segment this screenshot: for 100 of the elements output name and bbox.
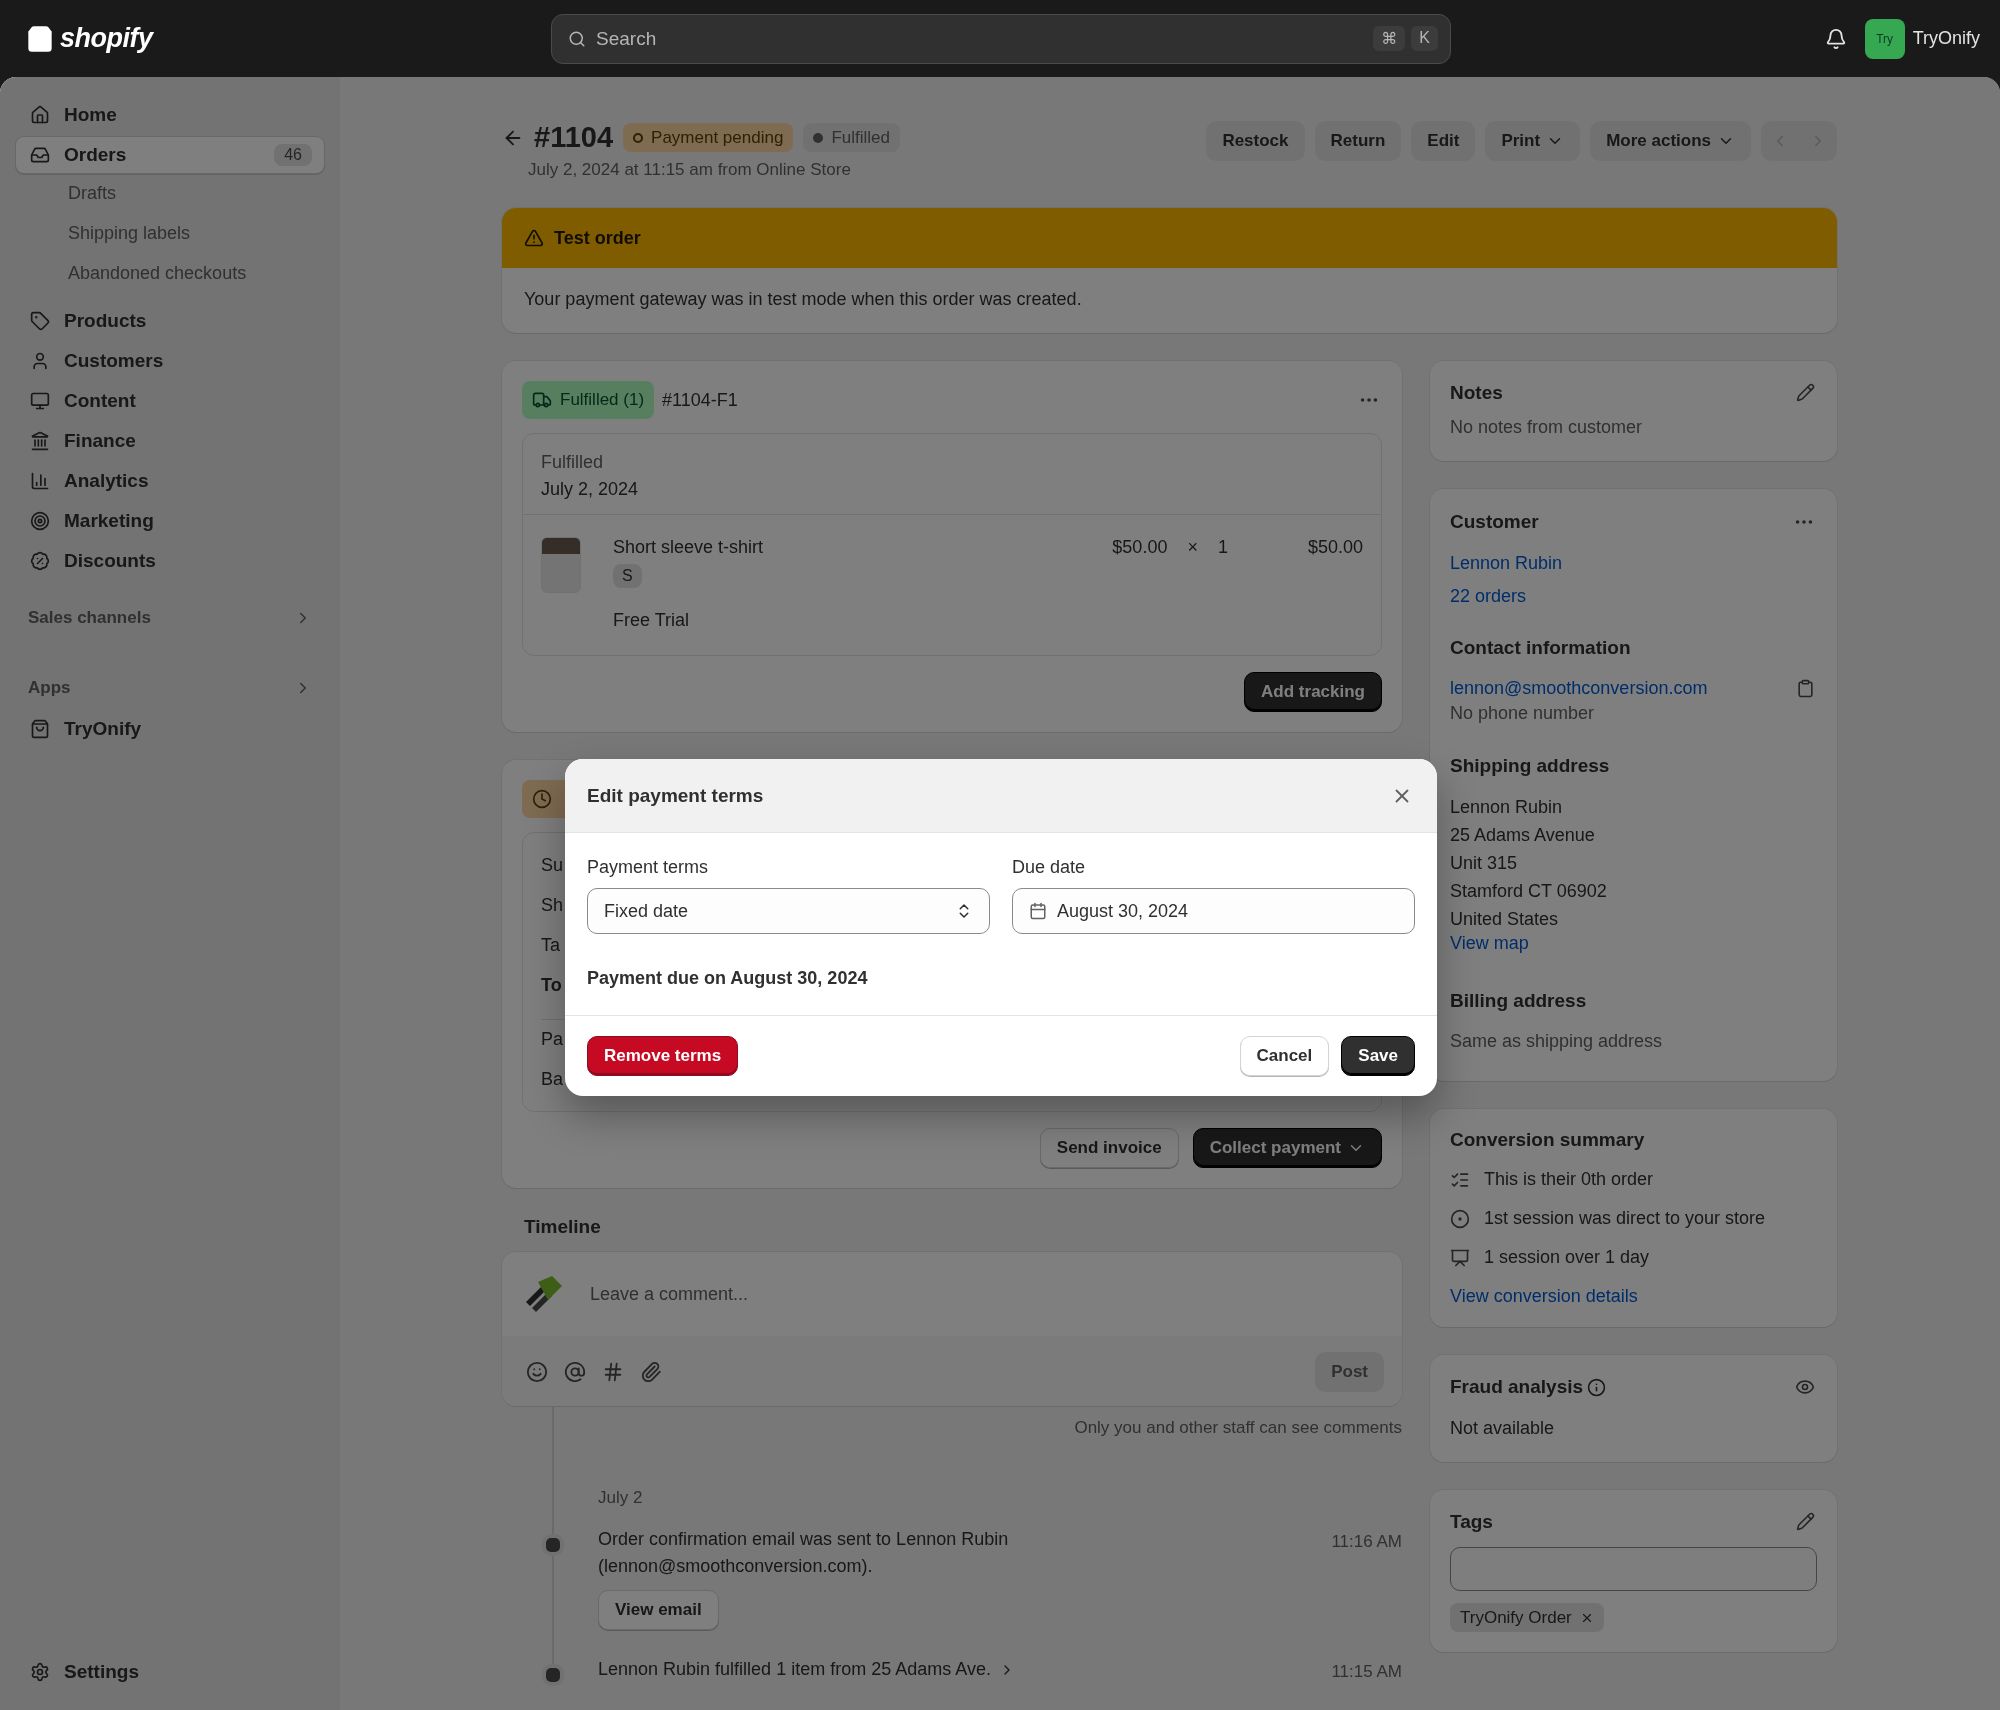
nav-item[interactable]: Orders 46 [16,137,324,173]
nav-item[interactable]: Content [16,383,324,419]
address-line: United States [1450,908,1560,931]
line-total: $50.00 [1307,537,1363,558]
banner-title: Test order [554,227,641,249]
section-heading: Apps [28,678,71,698]
timeline-title: Timeline [524,1216,602,1238]
tags-input[interactable] [1450,1547,1817,1591]
email-link[interactable]: lennon@smoothconversion.com [1450,678,1708,699]
search-icon [568,29,586,48]
fulfilled-badge: Fulfilled (1) [522,381,655,419]
settings-nav-item[interactable]: Settings [16,1654,324,1690]
dialog-button[interactable]: Cancel [1239,1036,1330,1076]
action-button[interactable]: More actions [1590,121,1751,161]
search-field[interactable]: Search ⌘ K [551,13,1451,64]
line-item-note: Free Trial [613,610,690,630]
comment-input[interactable]: Leave a comment... [588,1282,1382,1306]
nav-item[interactable]: Finance [16,423,324,459]
clock-icon [532,789,552,809]
count-badge: 46 [274,144,312,166]
store-avatar[interactable]: Try [1864,18,1905,59]
customer-name-link[interactable]: Lennon Rubin [1450,553,1817,574]
edit-icon[interactable] [1794,1510,1817,1533]
section-title: Shipping address [1450,755,1611,777]
action-button[interactable]: Return [1314,121,1402,161]
notification-bell-icon[interactable] [1824,27,1847,50]
calendar-icon [1029,902,1047,920]
comment-visibility-note: Only you and other staff can see comments [1074,1418,1402,1437]
summary-label: Sh [541,894,564,916]
nav-item[interactable]: Products [16,303,324,339]
summary-label: Pa [541,1029,564,1050]
order-subtitle: July 2, 2024 at 11:15 am from Online Store [528,160,852,180]
mention-icon[interactable] [564,1361,586,1383]
nav-icon [30,511,50,531]
nav-subitem[interactable]: Drafts [16,173,324,213]
hashtag-icon[interactable] [602,1361,624,1383]
nav-item[interactable]: Marketing [16,503,324,539]
payment-button[interactable]: Send invoice [1039,1128,1179,1168]
summary-label: Su [541,854,564,876]
status-badge: Payment pending [623,123,794,152]
info-icon[interactable] [1587,1377,1607,1397]
due-date-field[interactable]: August 30, 2024 [1012,888,1415,934]
card-title: Fraud analysis [1450,1376,1584,1398]
dialog-button[interactable]: Save [1341,1036,1415,1076]
nav-item[interactable]: Customers [16,343,324,379]
keyboard-key: K [1411,26,1438,51]
unit-price: $50.00 [1112,537,1168,558]
address-line: Stamford CT 06902 [1450,880,1608,903]
payment-due-summary: Payment due on August 30, 2024 [587,968,868,988]
timeline-date: July 2 [598,1488,643,1507]
nav-item[interactable]: Analytics [16,463,324,499]
add-tracking-button[interactable]: Add tracking [1244,672,1382,712]
dialog-button[interactable]: Remove terms [587,1036,739,1076]
card-title: Conversion summary [1450,1129,1646,1151]
summary-icon [1450,1208,1470,1229]
event-text[interactable]: Lennon Rubin fulfilled 1 item from 25 Adams Ave. [598,1656,1098,1683]
product-name[interactable]: Short sleeve t-shirt [613,537,764,558]
action-button[interactable]: Restock [1206,121,1305,161]
card-title: Notes [1450,381,1503,404]
nav-icon [30,471,50,491]
conversion-item: This is their 0th order [1484,1169,1654,1190]
section-heading: Sales channels [28,608,151,628]
edit-icon[interactable] [1794,381,1817,404]
action-button[interactable]: Edit [1411,121,1476,161]
card-title: Customer [1450,511,1539,533]
warning-icon [524,228,544,248]
phone-text: No phone number [1450,702,1596,725]
nav-subitem[interactable]: Shipping labels [16,213,324,253]
fulfillment-date: July 2, 2024 [541,479,639,499]
tag-chip: TryOnify Order [1450,1603,1604,1632]
order-title: #1104 [534,121,614,154]
settings-icon [30,1662,50,1682]
nav-item[interactable]: Discounts [16,543,324,579]
nav-subitem[interactable]: Abandoned checkouts [16,253,324,293]
status-badge: Fulfilled [803,123,900,152]
attachment-icon[interactable] [640,1361,662,1383]
section-title: Billing address [1450,990,1588,1012]
summary-icon [1450,1247,1470,1268]
quantity: 1 [1217,537,1228,558]
conversion-details-link[interactable]: View conversion details [1450,1286,1817,1307]
summary-label: To [541,974,562,996]
product-photo-placeholder [541,537,581,593]
view-map-link[interactable]: View map [1450,933,1817,954]
orders-link[interactable]: 22 orders [1450,586,1817,607]
payment-button[interactable]: Collect payment [1192,1128,1382,1168]
store-name[interactable]: TryOnify [1912,28,1980,49]
payment-terms-select[interactable]: Fixed date [587,888,990,934]
nav-icon [30,431,50,451]
nav-icon [30,311,50,331]
notes-text: No notes from customer [1450,416,1644,439]
search-placeholder: Search [596,27,657,50]
emoji-icon[interactable] [526,1361,548,1383]
event-time: 11:15 AM [1331,1662,1402,1683]
address-line: 25 Adams Avenue [1450,824,1596,847]
nav-item[interactable]: Home [16,97,324,133]
view-email-button[interactable]: View email [598,1590,719,1630]
field-label: Payment terms [587,857,710,878]
action-button[interactable]: Print [1485,121,1581,161]
nav-icon [30,551,50,571]
nav-item[interactable]: TryOnify [16,711,324,747]
